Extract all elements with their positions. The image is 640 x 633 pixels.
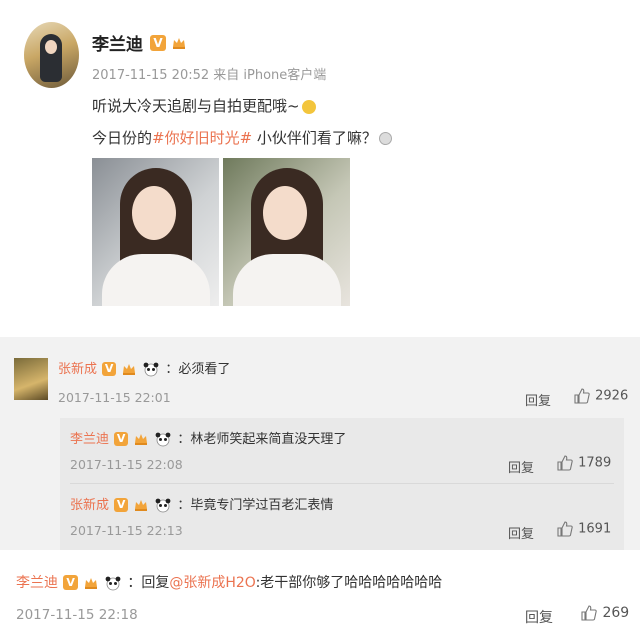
comment-text: ：必须看了 bbox=[165, 362, 231, 377]
wink-emoji-icon bbox=[301, 99, 316, 114]
thumbs-up-icon bbox=[557, 455, 573, 471]
crown-icon bbox=[135, 433, 148, 445]
crown-icon bbox=[135, 499, 148, 511]
panda-icon bbox=[155, 432, 171, 446]
crown-icon bbox=[173, 37, 186, 49]
author-badges: V bbox=[150, 32, 187, 51]
verified-icon: V bbox=[114, 431, 129, 446]
crown-icon bbox=[85, 577, 98, 589]
topic-tag[interactable]: #你好旧时光# bbox=[152, 129, 252, 147]
thumbs-up-icon bbox=[557, 521, 573, 537]
reply-author[interactable]: 张新成 bbox=[70, 498, 109, 513]
section-separator bbox=[0, 550, 640, 560]
post-text-line2: 今日份的#你好旧时光# 小伙伴们看了嘛？ bbox=[92, 127, 392, 148]
avatar-face bbox=[45, 40, 57, 54]
mention-link[interactable]: @张新成H2O bbox=[169, 575, 255, 591]
reply-button[interactable]: 回复 bbox=[508, 457, 534, 476]
smile-emoji-icon bbox=[378, 132, 392, 145]
comment-1-header: 张新成 V ：必须看了 bbox=[58, 358, 230, 377]
like-button[interactable]: 1691 bbox=[556, 521, 611, 537]
like-button[interactable]: 2926 bbox=[573, 388, 628, 404]
photo-shirt bbox=[233, 254, 341, 306]
comment-time: 2017-11-15 22:01 bbox=[58, 390, 171, 405]
post-text-line1: 听说大冷天追剧与自拍更配哦~ bbox=[92, 95, 316, 116]
thumbs-up-icon bbox=[581, 605, 597, 621]
like-count: 269 bbox=[602, 605, 630, 621]
reply-1-header: 李兰迪 V ：林老师笑起来简直没天理了 bbox=[70, 428, 346, 447]
panda-icon bbox=[105, 576, 121, 590]
author-name[interactable]: 李兰迪 bbox=[92, 30, 143, 55]
reply-button[interactable]: 回复 bbox=[525, 390, 551, 409]
reply-time: 2017-11-15 22:13 bbox=[70, 523, 183, 538]
post-text-prefix: 今日份的 bbox=[92, 129, 153, 147]
photo-shirt bbox=[102, 254, 210, 306]
panda-icon bbox=[143, 362, 159, 376]
post-photo-2[interactable] bbox=[223, 158, 350, 306]
post-meta: 2017-11-15 20:52 来自 iPhone客户端 bbox=[92, 68, 327, 83]
panda-icon bbox=[155, 498, 171, 512]
weibo-screenshot: { "post": { "author": "李兰迪", "meta": "20… bbox=[0, 0, 640, 633]
like-count: 1789 bbox=[578, 455, 612, 471]
like-count: 1691 bbox=[578, 521, 612, 537]
comment-author[interactable]: 张新成 bbox=[58, 362, 97, 377]
bottom-comment-header: 李兰迪 V ：回复@张新成H2O:老干部你够了哈哈哈哈哈哈哈 bbox=[16, 572, 442, 592]
reply-time: 2017-11-15 22:08 bbox=[70, 457, 183, 472]
bottom-text-suffix: :老干部你够了哈哈哈哈哈哈哈 bbox=[255, 575, 443, 591]
photo-face bbox=[263, 186, 307, 240]
post-text-suffix: 小伙伴们看了嘛？ bbox=[252, 129, 377, 147]
like-button[interactable]: 269 bbox=[580, 605, 629, 621]
reply-2-header: 张新成 V ：毕竟专门学过百老汇表情 bbox=[70, 494, 333, 513]
verified-icon: V bbox=[63, 575, 79, 590]
photo-face bbox=[132, 186, 176, 240]
like-button[interactable]: 1789 bbox=[556, 455, 611, 471]
verified-icon: V bbox=[102, 361, 117, 376]
reply-divider bbox=[70, 483, 614, 484]
post-text-line1-content: 听说大冷天追剧与自拍更配哦~ bbox=[92, 97, 300, 115]
bottom-author[interactable]: 李兰迪 bbox=[16, 575, 58, 591]
bottom-text-prefix: ：回复 bbox=[127, 575, 170, 591]
reply-text: ：毕竟专门学过百老汇表情 bbox=[177, 498, 334, 513]
commenter-avatar[interactable] bbox=[14, 358, 48, 400]
like-count: 2926 bbox=[595, 388, 629, 404]
verified-icon: V bbox=[114, 497, 129, 512]
post-photo-1[interactable] bbox=[92, 158, 219, 306]
reply-button[interactable]: 回复 bbox=[508, 523, 534, 542]
reply-author[interactable]: 李兰迪 bbox=[70, 432, 109, 447]
bottom-time: 2017-11-15 22:18 bbox=[16, 607, 138, 623]
reply-button[interactable]: 回复 bbox=[525, 607, 553, 627]
crown-icon bbox=[123, 363, 136, 375]
thumbs-up-icon bbox=[574, 388, 590, 404]
reply-text: ：林老师笑起来简直没天理了 bbox=[177, 432, 347, 447]
author-avatar[interactable] bbox=[24, 22, 79, 88]
verified-icon: V bbox=[150, 34, 166, 51]
